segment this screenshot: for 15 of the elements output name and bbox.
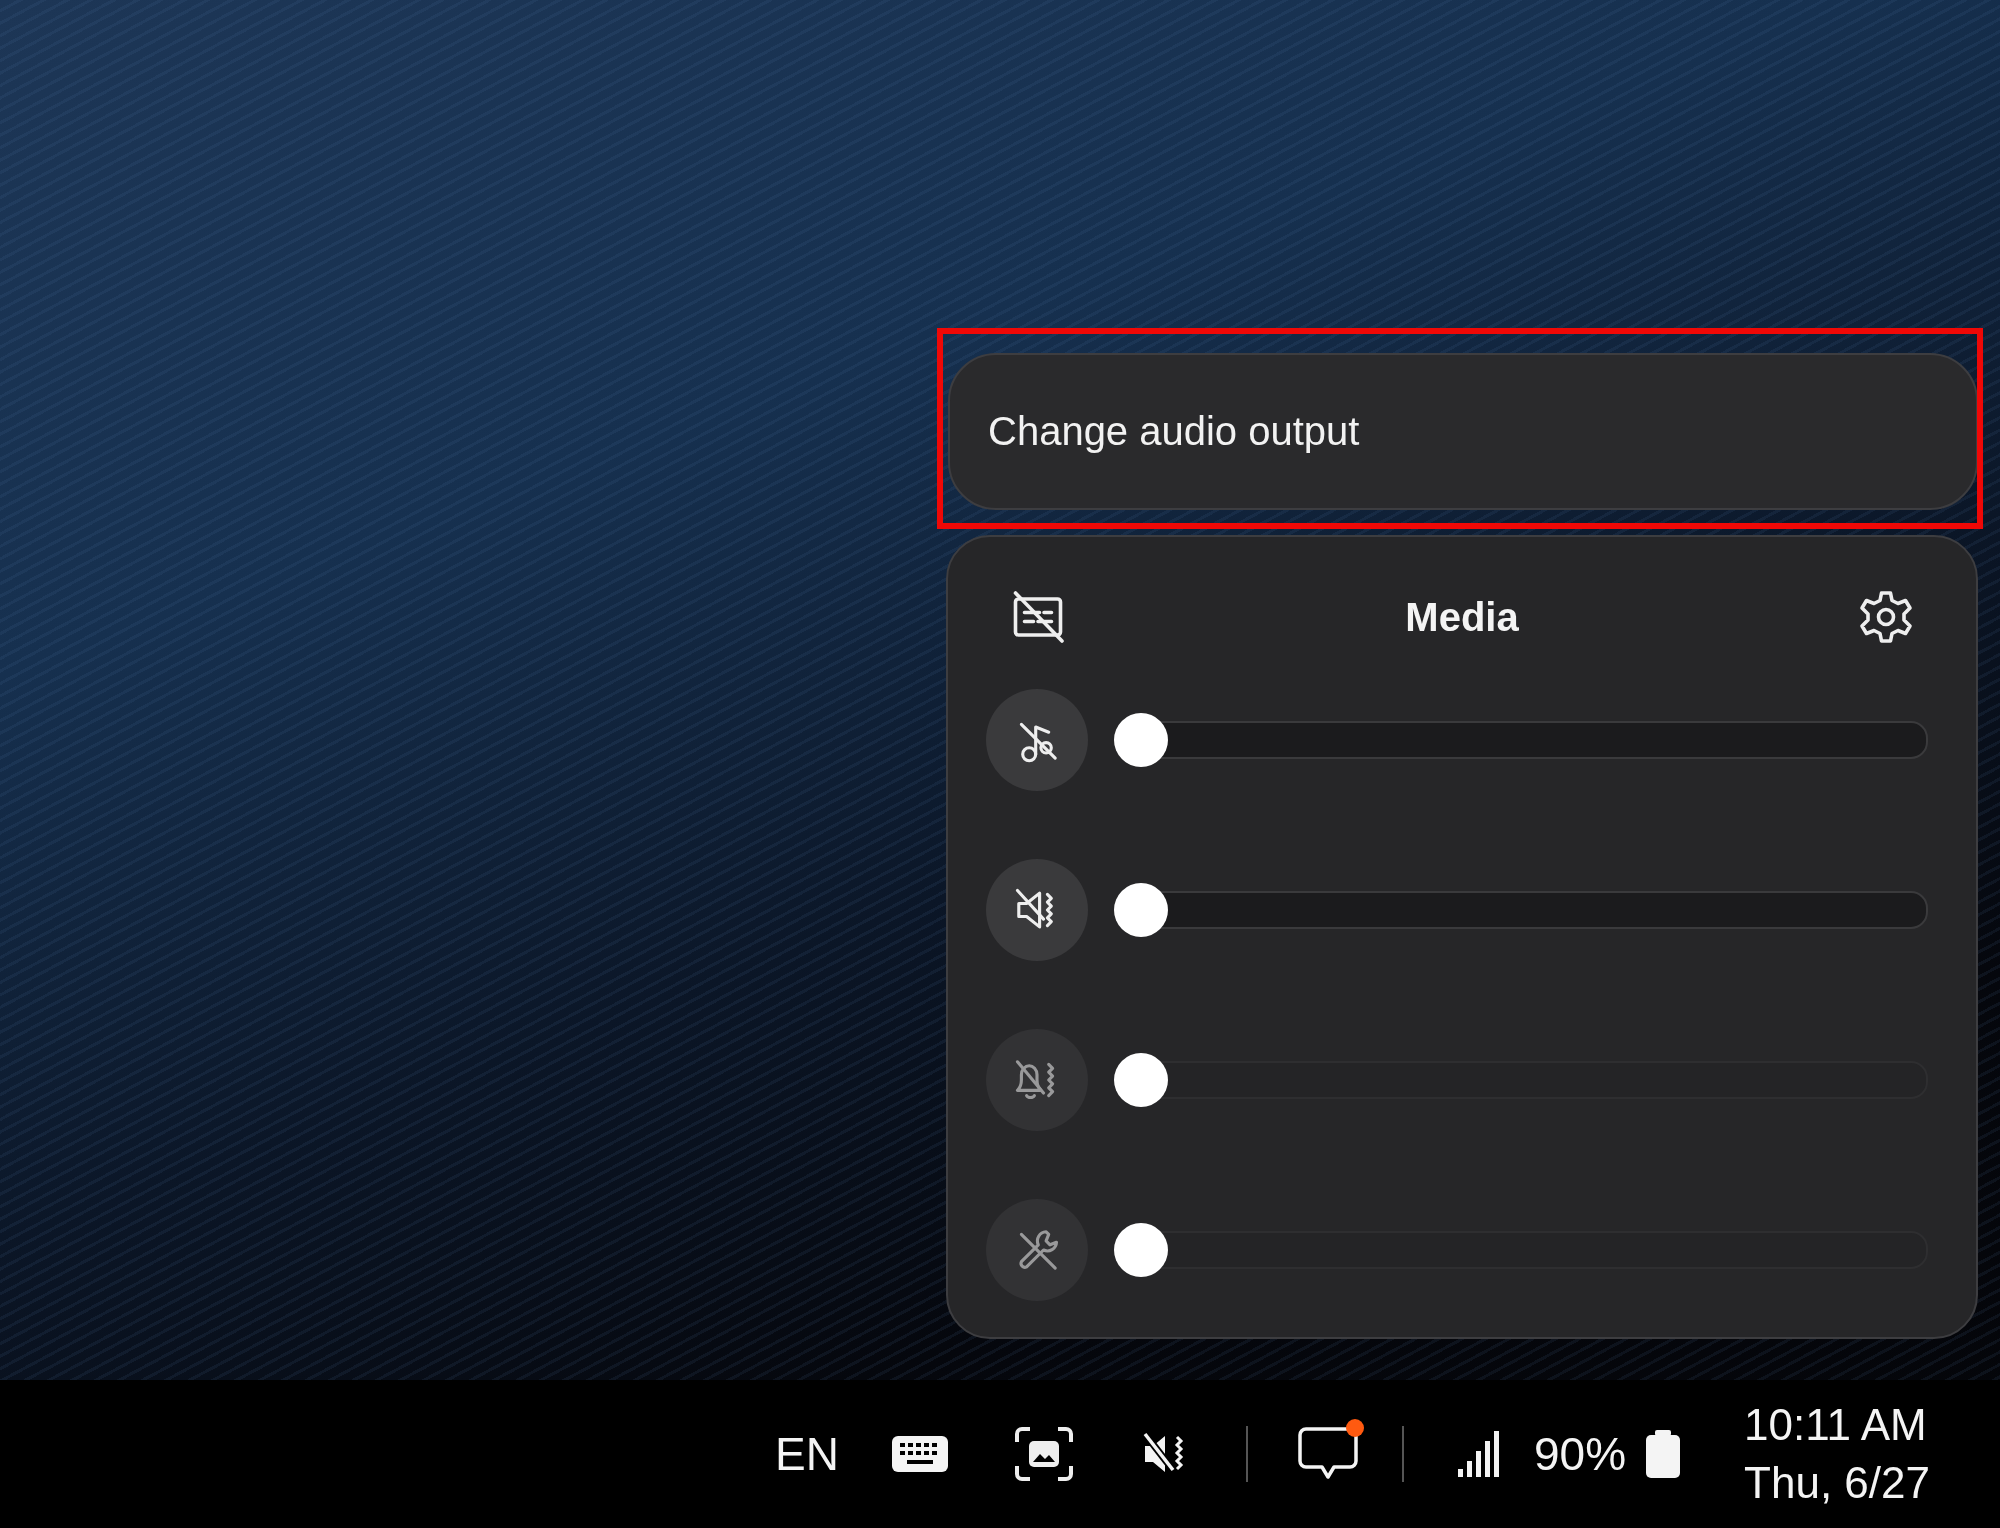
volume-slider[interactable]: [1114, 1222, 1928, 1278]
slider-thumb[interactable]: [1114, 713, 1168, 767]
change-audio-output-button[interactable]: Change audio output: [948, 353, 1978, 510]
volume-slider[interactable]: [1114, 712, 1928, 768]
screenshot-icon[interactable]: [1014, 1426, 1074, 1482]
volume-slider[interactable]: [1114, 882, 1928, 938]
battery-percentage: 90%: [1534, 1427, 1627, 1481]
language-indicator[interactable]: EN: [775, 1427, 839, 1481]
panel-title: Media: [1405, 594, 1519, 640]
keyboard-icon[interactable]: [891, 1434, 949, 1474]
volume-slider[interactable]: [1114, 1052, 1928, 1108]
clock-time: 10:11 AM: [1744, 1403, 1927, 1447]
slider-thumb[interactable]: [1114, 883, 1168, 937]
clock-date: Thu, 6/27: [1744, 1461, 1930, 1505]
battery-icon: [1644, 1428, 1683, 1480]
